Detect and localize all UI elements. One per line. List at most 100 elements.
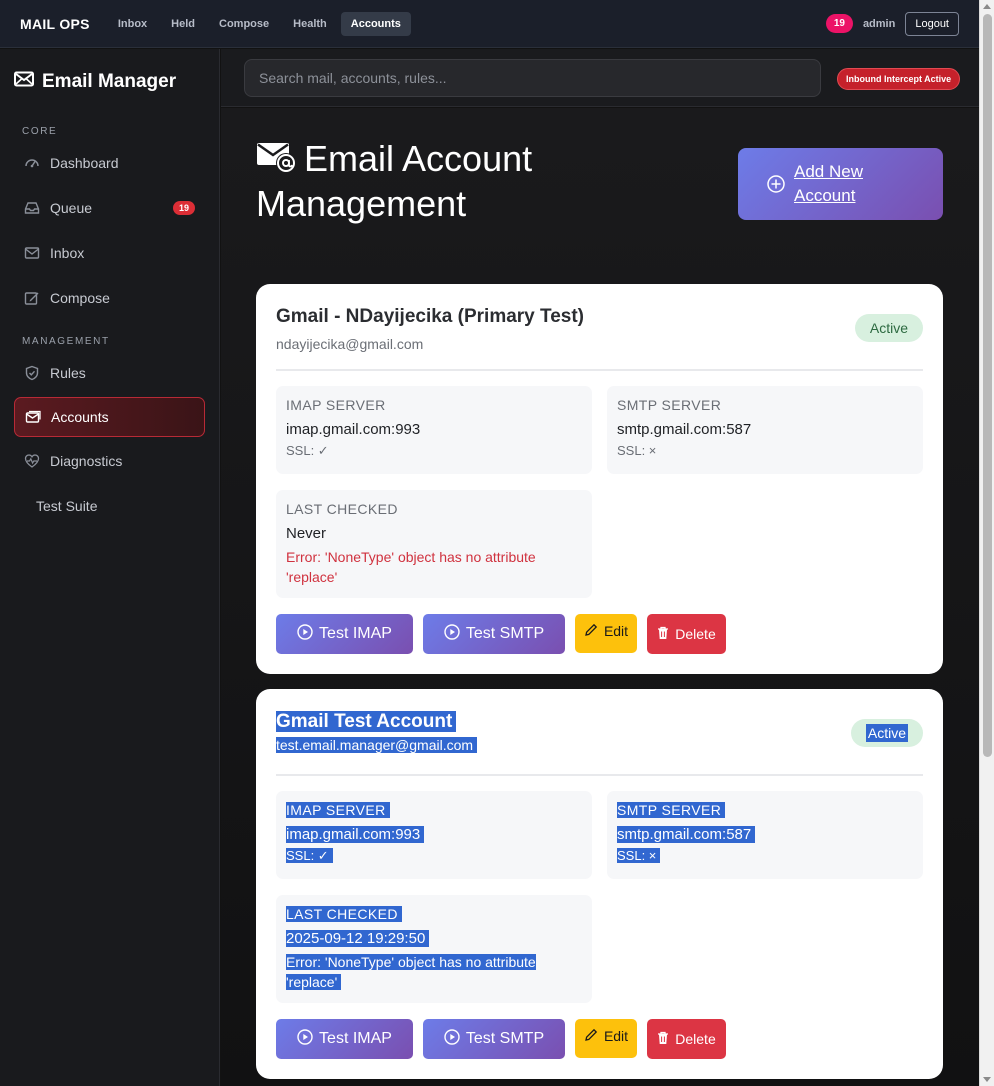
heart-pulse-icon [24, 453, 40, 469]
test-smtp-label: Test SMTP [465, 625, 545, 642]
imap-label-wrap: IMAP SERVER [286, 802, 582, 818]
envelope-at-icon [256, 139, 298, 173]
imap-label: IMAP SERVER [286, 397, 386, 413]
search-bar-area: Inbound Intercept Active [221, 49, 979, 107]
page-scrollbar[interactable] [979, 0, 994, 1086]
nav-link-held[interactable]: Held [161, 12, 205, 36]
imap-ssl: SSL: ✓ [286, 848, 333, 863]
smtp-label: SMTP SERVER [617, 397, 722, 413]
smtp-ssl: SSL: × [617, 848, 661, 863]
smtp-value-wrap: smtp.gmail.com:587 [617, 826, 913, 843]
account-email: test.email.manager@gmail.com [276, 737, 478, 753]
nav-link-inbox[interactable]: Inbox [108, 12, 157, 36]
intercept-status-badge: Inbound Intercept Active [837, 68, 961, 90]
smtp-label: SMTP SERVER [617, 802, 726, 818]
edit-button[interactable]: Edit [575, 614, 637, 653]
sidebar-title: Email Manager [42, 71, 177, 92]
top-nav-links: Inbox Held Compose Health Accounts [108, 11, 411, 36]
account-name: Gmail - NDayijecika (Primary Test) [276, 306, 584, 327]
error-message: Error: 'NoneType' object has no attribut… [286, 954, 536, 990]
test-smtp-button[interactable]: Test SMTP [423, 614, 565, 654]
sidebar-item-rules[interactable]: Rules [14, 353, 205, 393]
imap-ssl-wrap: SSL: ✓ [286, 848, 582, 864]
nav-link-health[interactable]: Health [283, 12, 337, 36]
sidebar-item-label: Rules [50, 365, 86, 381]
test-smtp-button[interactable]: Test SMTP [423, 1019, 565, 1059]
trash-icon [657, 1031, 669, 1048]
notification-count-badge[interactable]: 19 [825, 14, 853, 33]
inbox-tray-icon [24, 200, 40, 216]
sidebar-item-label: Inbox [50, 245, 85, 261]
page-title-line2: Management [256, 183, 467, 224]
account-name: Gmail Test Account [276, 711, 457, 732]
sidebar-item-label: Dashboard [50, 155, 119, 171]
test-imap-button[interactable]: Test IMAP [276, 614, 413, 654]
sidebar-item-accounts[interactable]: Accounts [14, 397, 205, 437]
delete-button[interactable]: Delete [647, 614, 726, 654]
smtp-value: smtp.gmail.com:587 [617, 421, 752, 438]
play-circle-icon [297, 1028, 313, 1050]
account-email: ndayijecika@gmail.com [276, 336, 424, 352]
envelope-logo-icon [14, 71, 34, 93]
smtp-label-wrap: SMTP SERVER [617, 802, 913, 818]
scroll-down-arrow-icon[interactable] [983, 1077, 991, 1082]
play-circle-icon [297, 623, 313, 645]
scrollbar-thumb[interactable] [983, 14, 992, 757]
add-new-account-button[interactable]: Add New Account [738, 148, 943, 220]
status-badge: Active [850, 719, 923, 747]
nav-link-accounts[interactable]: Accounts [340, 11, 411, 36]
imap-server-box: IMAP SERVER imap.gmail.com:993 SSL: ✓ [276, 791, 592, 879]
imap-value: imap.gmail.com:993 [286, 826, 425, 843]
account-email-wrap: test.email.manager@gmail.com [276, 737, 478, 753]
nav-link-compose[interactable]: Compose [209, 12, 279, 36]
sidebar-item-label: Accounts [51, 409, 109, 425]
play-circle-icon [444, 623, 460, 645]
account-actions: Test IMAP Test SMTP Edit Delete [276, 1019, 726, 1059]
search-input[interactable] [244, 59, 821, 97]
add-new-account-label: Add New Account [794, 162, 863, 205]
smtp-server-box: SMTP SERVER smtp.gmail.com:587 SSL: × [607, 791, 923, 879]
sidebar-item-compose[interactable]: Compose [14, 278, 205, 318]
last-checked-value-wrap: 2025-09-12 19:29:50 [286, 930, 582, 947]
brand-logo[interactable]: MAIL OPS [20, 16, 90, 32]
account-actions: Test IMAP Test SMTP Edit Delete [276, 614, 726, 654]
edit-button[interactable]: Edit [575, 1019, 637, 1058]
nav-user-area: 19 admin Logout [825, 11, 959, 36]
test-imap-button[interactable]: Test IMAP [276, 1019, 413, 1059]
last-checked-label: LAST CHECKED [286, 501, 398, 517]
error-message: Error: 'NoneType' object has no attribut… [286, 549, 536, 585]
status-text: Active [865, 724, 908, 742]
top-navbar: MAIL OPS Inbox Held Compose Health Accou… [0, 0, 979, 48]
error-message-wrap: Error: 'NoneType' object has no attribut… [286, 952, 582, 992]
sidebar-item-inbox[interactable]: Inbox [14, 233, 205, 273]
account-card: Gmail - NDayijecika (Primary Test) ndayi… [256, 284, 943, 674]
sidebar-item-diagnostics[interactable]: Diagnostics [14, 441, 205, 481]
pencil-square-icon [24, 290, 40, 306]
test-imap-label: Test IMAP [319, 1030, 392, 1047]
imap-label: IMAP SERVER [286, 802, 390, 818]
sidebar-item-test-suite[interactable]: Test Suite [14, 486, 205, 526]
username: admin [862, 17, 896, 30]
sidebar-item-label: Queue [50, 200, 93, 216]
sidebar-section-core: CORE [22, 126, 58, 137]
imap-server-box: IMAP SERVER imap.gmail.com:993 SSL: ✓ [276, 386, 592, 474]
sidebar-section-management: MANAGEMENT [22, 336, 110, 347]
last-checked-value: Never [286, 525, 327, 542]
scroll-up-arrow-icon[interactable] [983, 4, 991, 9]
page-title: Email Account Management [256, 136, 616, 226]
edit-label: Edit [603, 623, 629, 639]
queue-count-badge: 19 [172, 201, 195, 215]
pencil-icon [584, 1028, 598, 1045]
smtp-ssl: SSL: × [617, 443, 657, 458]
logout-button[interactable]: Logout [905, 11, 959, 36]
sidebar-item-dashboard[interactable]: Dashboard [14, 143, 205, 183]
divider [276, 369, 923, 371]
sidebar-item-label: Diagnostics [50, 453, 123, 469]
sidebar-item-queue[interactable]: Queue 19 [14, 188, 205, 228]
divider [276, 774, 923, 776]
plus-circle-icon [766, 174, 786, 194]
last-checked-label-wrap: LAST CHECKED [286, 906, 582, 922]
delete-button[interactable]: Delete [647, 1019, 726, 1059]
account-header: Gmail Test Account test.email.manager@gm… [276, 711, 478, 753]
gauge-icon [24, 155, 40, 171]
